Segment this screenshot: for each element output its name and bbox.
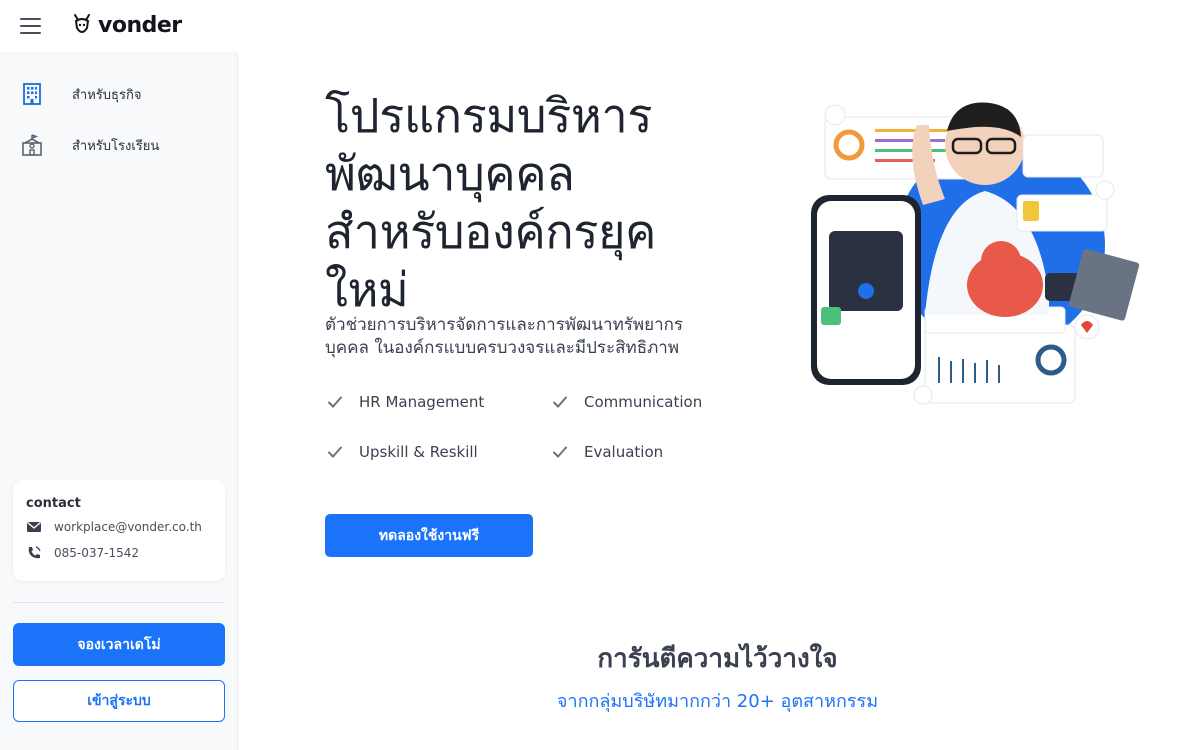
feature-item: HR Management (327, 393, 484, 411)
check-icon (328, 396, 342, 408)
free-trial-button[interactable]: ทดลองใช้งานฟรี (325, 514, 533, 557)
hamburger-menu-icon[interactable] (20, 18, 41, 34)
contact-email: workplace@vonder.co.th (54, 520, 202, 534)
dashboard-card (924, 324, 1076, 404)
hero-title-line: สำหรับองค์กรยุค (325, 205, 656, 260)
sidebar-divider (13, 602, 225, 603)
contact-email-row[interactable]: workplace@vonder.co.th (26, 519, 212, 535)
hero-title: โปรแกรมบริหาร พัฒนาบุคคล สำหรับองค์กรยุค… (325, 88, 745, 320)
feature-item: Evaluation (552, 443, 663, 461)
feature-item: Communication (552, 393, 702, 411)
contact-phone: 085-037-1542 (54, 546, 140, 560)
login-button[interactable]: เข้าสู่ระบบ (13, 680, 225, 722)
sidebar-item-business[interactable]: สำหรับธุรกิจ (20, 82, 141, 106)
trust-title: การันตีความไว้วางใจ (597, 644, 838, 674)
top-bar: vonder (0, 0, 240, 52)
phone-icon (28, 546, 41, 559)
check-icon (553, 396, 567, 408)
feature-label: Evaluation (584, 443, 664, 461)
building-icon (23, 83, 41, 105)
contact-phone-row[interactable]: 085-037-1542 (26, 545, 212, 561)
hero-subtitle: ตัวช่วยการบริหารจัดการและการพัฒนาทรัพยาก… (325, 314, 755, 360)
hero-illustration (811, 102, 1140, 405)
feature-label: Communication (584, 393, 703, 411)
hero-subtitle-line: ตัวช่วยการบริหารจัดการและการพัฒนาทรัพยาก… (325, 315, 684, 335)
school-icon (22, 134, 42, 156)
mail-icon (27, 522, 41, 532)
trust-subtitle: จากกลุ่มบริษัทมากกว่า 20+ อุตสาหกรรม (556, 691, 879, 712)
sidebar-item-label: สำหรับธุรกิจ (72, 87, 142, 103)
contact-title: contact (26, 496, 81, 511)
sidebar: สำหรับธุรกิจ สำหรับโรงเรียน contact work… (0, 44, 238, 750)
feature-label: Upskill & Reskill (359, 443, 478, 461)
vonder-logo-icon (74, 14, 90, 33)
check-icon (553, 446, 567, 458)
hero-title-line: พัฒนาบุคคล (325, 147, 575, 202)
feature-label: HR Management (359, 393, 485, 411)
check-icon (328, 446, 342, 458)
hero-title-line: โปรแกรมบริหาร (325, 89, 653, 144)
hero-title-line: ใหม่ (325, 263, 409, 318)
brand-logo[interactable]: vonder (72, 12, 182, 38)
book-demo-button[interactable]: จองเวลาเดโม่ (13, 623, 225, 666)
brand-name: vonder (98, 12, 182, 38)
sidebar-item-label: สำหรับโรงเรียน (72, 138, 160, 154)
feature-item: Upskill & Reskill (327, 443, 478, 461)
contact-card: contact workplace@vonder.co.th 085-037-1… (13, 480, 225, 581)
sidebar-item-school[interactable]: สำหรับโรงเรียน (20, 133, 159, 157)
hero-subtitle-line: บุคคล ในองค์กรแบบครบวงจรและมีประสิทธิภาพ (325, 338, 680, 358)
